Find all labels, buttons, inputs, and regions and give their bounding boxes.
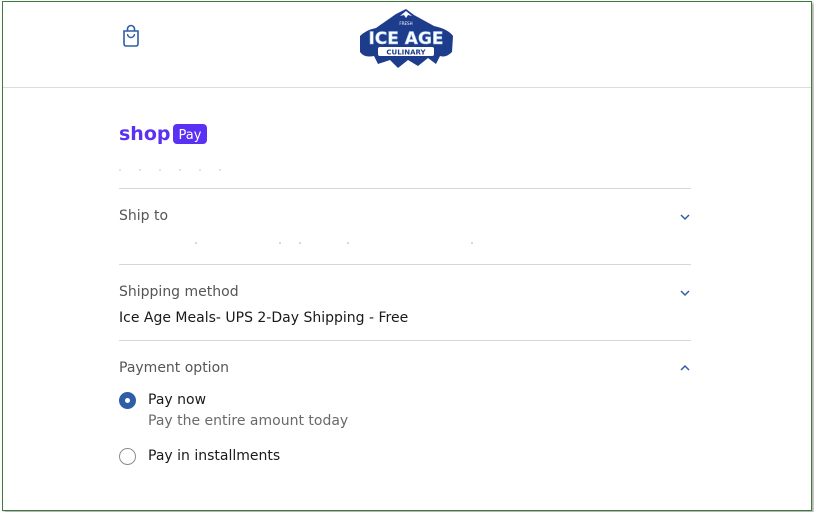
shop-pay-brand: shop [119,123,171,145]
logo-title-text: ICE AGE [368,29,443,49]
pay-now-label[interactable]: Pay now [148,392,206,408]
chevron-down-icon[interactable] [679,211,691,223]
pay-installments-label[interactable]: Pay in installments [148,448,280,464]
checkout-window: FRESH ICE AGE CULINARY shop Pay Ship to … [2,1,812,511]
faint-redacted-line [119,156,239,171]
shop-pay-logo: shop Pay [119,123,207,145]
shop-pay-badge: Pay [179,128,202,143]
payment-option-title: Payment option [119,360,230,376]
shipping-method-section[interactable]: Shipping method Ice Age Meals- UPS 2-Day… [119,264,691,341]
pay-installments-radio[interactable] [119,448,136,465]
logo-small-text: FRESH [399,21,412,26]
shipping-method-value: Ice Age Meals- UPS 2-Day Shipping - Free [119,310,409,326]
ice-age-culinary-logo[interactable]: FRESH ICE AGE CULINARY [356,6,456,70]
pay-now-sublabel: Pay the entire amount today [148,413,349,429]
shopping-bag-icon[interactable] [121,24,141,48]
header: FRESH ICE AGE CULINARY [3,2,811,88]
ship-to-title: Ship to [119,208,169,224]
payment-option-section: Payment option Pay now Pay the entire am… [119,340,691,509]
chevron-down-icon[interactable] [679,287,691,299]
ship-to-section[interactable]: Ship to [119,188,691,265]
shipping-method-title: Shipping method [119,284,239,300]
redacted-address-line [119,242,479,245]
chevron-up-icon[interactable] [679,362,691,374]
pay-now-radio[interactable] [119,392,136,409]
logo-subtitle-text: CULINARY [386,48,426,56]
